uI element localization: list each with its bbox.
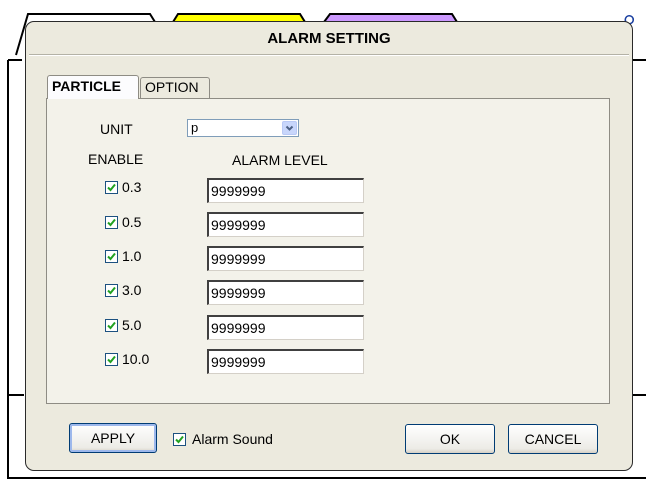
enable-checkbox-5-0[interactable] <box>105 319 118 332</box>
size-label-0-5: 0.5 <box>122 214 142 230</box>
alarm-setting-dialog: ALARM SETTING PARTICLE OPTION UNIT p ENA… <box>25 21 633 471</box>
check-icon <box>107 286 116 295</box>
alarm-level-input-0-5[interactable] <box>207 212 364 237</box>
size-label-0-3: 0.3 <box>122 179 142 195</box>
check-icon <box>107 252 116 261</box>
check-icon <box>107 183 116 192</box>
size-label-5-0: 5.0 <box>122 317 142 333</box>
enable-checkbox-10-0[interactable] <box>105 353 118 366</box>
enable-checkbox-0-5[interactable] <box>105 216 118 229</box>
enable-checkbox-1-0[interactable] <box>105 250 118 263</box>
alarm-sound-checkbox[interactable] <box>173 433 186 446</box>
title-divider <box>29 54 629 56</box>
tab-particle[interactable]: PARTICLE <box>47 75 139 99</box>
apply-button[interactable]: APPLY <box>69 423 157 453</box>
ok-button[interactable]: OK <box>405 424 495 454</box>
check-icon <box>107 355 116 364</box>
alarm-sound-label: Alarm Sound <box>192 431 273 447</box>
enable-checkbox-0-3[interactable] <box>105 181 118 194</box>
size-label-3-0: 3.0 <box>122 282 142 298</box>
check-icon <box>107 218 116 227</box>
check-icon <box>107 321 116 330</box>
alarm-level-input-10-0[interactable] <box>207 349 364 374</box>
alarm-level-input-1-0[interactable] <box>207 246 364 271</box>
size-label-10-0: 10.0 <box>122 351 150 367</box>
alarm-level-input-3-0[interactable] <box>207 280 364 305</box>
alarm-level-input-0-3[interactable] <box>207 178 364 203</box>
unit-select-value: p <box>191 120 199 135</box>
alarm-level-input-5-0[interactable] <box>207 315 364 340</box>
enable-checkbox-3-0[interactable] <box>105 284 118 297</box>
unit-select[interactable]: p <box>187 119 299 137</box>
cancel-button[interactable]: CANCEL <box>508 424 598 454</box>
dialog-title: ALARM SETTING <box>267 30 391 47</box>
enable-header: ENABLE <box>88 151 144 167</box>
check-icon <box>175 435 184 444</box>
select-dropdown-button[interactable] <box>282 121 297 135</box>
alarm-level-header: ALARM LEVEL <box>232 152 328 168</box>
size-label-1-0: 1.0 <box>122 248 142 264</box>
chevron-down-icon <box>285 125 294 131</box>
unit-label: UNIT <box>100 121 133 137</box>
tab-option[interactable]: OPTION <box>140 77 210 98</box>
